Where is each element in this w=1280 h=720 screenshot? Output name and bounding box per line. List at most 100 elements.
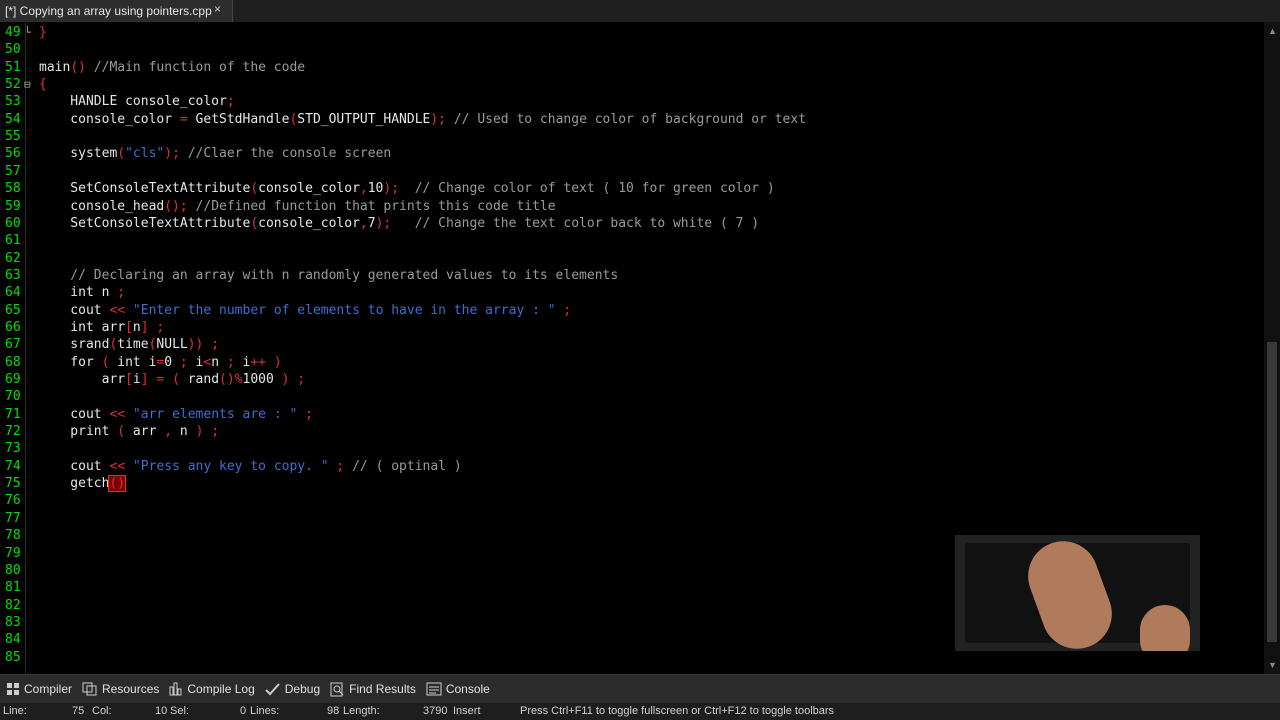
- code-token: int arr: [39, 319, 126, 335]
- code-token: GetStdHandle: [187, 111, 290, 127]
- code-token: NULL: [156, 337, 188, 353]
- close-icon[interactable]: ×: [214, 2, 221, 16]
- line-number: 76: [5, 493, 21, 509]
- line-number: 70: [5, 389, 21, 405]
- code-line[interactable]: 76: [0, 492, 1264, 509]
- code-token: arr: [125, 424, 165, 440]
- code-token: int i: [109, 354, 157, 370]
- code-token: console_color: [39, 111, 180, 127]
- code-token: )): [187, 337, 204, 353]
- tab-resources-label: Resources: [102, 682, 160, 696]
- code-line[interactable]: 77: [0, 510, 1264, 527]
- status-line-label: Line:: [3, 705, 27, 717]
- code-token: ): [273, 354, 282, 370]
- status-bar: Line: 75 Col: 10 Sel: 0 Lines: 98 Length…: [0, 703, 1280, 720]
- code-line[interactable]: 62: [0, 250, 1264, 267]
- code-token: (: [250, 181, 259, 197]
- line-number: 84: [5, 632, 21, 648]
- tab-debug-label: Debug: [284, 682, 321, 696]
- code-line[interactable]: 67 srand(time(NULL)) ;: [0, 336, 1264, 353]
- line-number: 50: [5, 42, 21, 58]
- code-token: print: [39, 424, 118, 440]
- scroll-down-arrow-icon[interactable]: ▼: [1268, 660, 1277, 670]
- code-line[interactable]: 49 └}: [0, 24, 1264, 41]
- tab-resources[interactable]: Resources: [82, 682, 159, 696]
- compile-log-icon: [169, 682, 182, 696]
- scroll-up-arrow-icon[interactable]: ▲: [1268, 26, 1277, 36]
- code-line[interactable]: 57: [0, 163, 1264, 180]
- code-token: n: [172, 424, 196, 440]
- code-token: ();: [164, 198, 188, 214]
- status-mode: Insert: [453, 705, 481, 717]
- code-line[interactable]: 65 cout << "Enter the number of elements…: [0, 302, 1264, 319]
- code-token: ,: [359, 215, 368, 231]
- line-number: 75: [5, 476, 21, 492]
- fold-marker-icon[interactable]: └: [24, 24, 31, 41]
- status-hint: Press Ctrl+F11 to toggle fullscreen or C…: [520, 705, 835, 717]
- code-line[interactable]: 71 cout << "arr elements are : " ;: [0, 406, 1264, 423]
- code-token: ,: [164, 424, 173, 440]
- code-line[interactable]: 58 SetConsoleTextAttribute(console_color…: [0, 180, 1264, 197]
- code-line[interactable]: 54 console_color = GetStdHandle(STD_OUTP…: [0, 111, 1264, 128]
- code-token: // Used to change color of background or…: [446, 111, 807, 127]
- tab-find-results[interactable]: Find Results: [330, 682, 416, 697]
- code-line[interactable]: 59 console_head(); //Defined function th…: [0, 198, 1264, 215]
- code-token: "arr elements are : ": [125, 406, 298, 422]
- tab-console[interactable]: Console: [426, 682, 490, 696]
- tab-debug[interactable]: Debug: [265, 682, 320, 696]
- line-number: 82: [5, 597, 21, 613]
- cursor-highlight: (): [108, 475, 127, 493]
- tab-console-label: Console: [445, 682, 490, 696]
- code-token: i: [187, 354, 204, 370]
- code-line[interactable]: 50: [0, 41, 1264, 58]
- line-number: 55: [5, 129, 21, 145]
- line-number: 83: [5, 614, 21, 630]
- code-text: cout << "arr elements are : " ;: [39, 406, 313, 423]
- line-number: 61: [5, 233, 21, 249]
- status-col-label: Col:: [92, 705, 112, 717]
- code-line[interactable]: 73: [0, 440, 1264, 457]
- code-line[interactable]: 72 print ( arr , n ) ;: [0, 423, 1264, 440]
- code-token: // Change color of text ( 10 for green c…: [399, 181, 775, 197]
- code-line[interactable]: 68 for ( int i=0 ; i<n ; i++ ): [0, 354, 1264, 371]
- code-token: );: [430, 111, 447, 127]
- tab-compiler[interactable]: Compiler: [6, 682, 72, 696]
- code-line[interactable]: 64 int n ;: [0, 284, 1264, 301]
- code-token: [: [125, 319, 133, 335]
- code-text: getch(): [39, 475, 127, 493]
- code-line[interactable]: 61: [0, 232, 1264, 249]
- console-icon: [426, 682, 442, 696]
- code-line[interactable]: 66 int arr[n] ;: [0, 319, 1264, 336]
- code-line[interactable]: 63 // Declaring an array with n randomly…: [0, 267, 1264, 284]
- file-tab[interactable]: [*] Copying an array using pointers.cpp …: [0, 0, 233, 22]
- code-token: ;: [328, 458, 345, 474]
- line-number: 71: [5, 406, 21, 422]
- code-line[interactable]: 85: [0, 649, 1264, 666]
- code-line[interactable]: 55: [0, 128, 1264, 145]
- code-text: console_color = GetStdHandle(STD_OUTPUT_…: [39, 111, 806, 128]
- code-token: int n: [39, 285, 118, 301]
- code-token: (): [70, 59, 86, 75]
- code-line[interactable]: 56 system("cls"); //Claer the console sc…: [0, 145, 1264, 162]
- code-text: }: [39, 24, 47, 41]
- line-number: 62: [5, 250, 21, 266]
- status-lines-value: 98: [327, 705, 340, 717]
- code-line[interactable]: 74 cout << "Press any key to copy. " ; /…: [0, 458, 1264, 475]
- vertical-scrollbar[interactable]: ▲ ▼: [1264, 22, 1280, 674]
- scrollbar-thumb[interactable]: [1267, 342, 1277, 642]
- code-line[interactable]: 69 arr[i] = ( rand()%1000 ) ;: [0, 371, 1264, 388]
- tab-compile-log[interactable]: Compile Log: [169, 682, 255, 696]
- code-token: ;: [117, 285, 126, 301]
- code-token: console_color: [258, 215, 360, 231]
- code-line[interactable]: 52 ⊟{: [0, 76, 1264, 93]
- line-number: 78: [5, 528, 21, 544]
- code-line[interactable]: 70: [0, 388, 1264, 405]
- code-line[interactable]: 60 SetConsoleTextAttribute(console_color…: [0, 215, 1264, 232]
- code-line[interactable]: 75 getch(): [0, 475, 1264, 493]
- code-line[interactable]: 51 main() //Main function of the code: [0, 59, 1264, 76]
- status-length-label: Length:: [343, 705, 380, 717]
- code-line[interactable]: 53 HANDLE console_color;: [0, 93, 1264, 110]
- line-number: 60: [5, 215, 21, 231]
- fold-marker-icon[interactable]: ⊟: [24, 76, 31, 93]
